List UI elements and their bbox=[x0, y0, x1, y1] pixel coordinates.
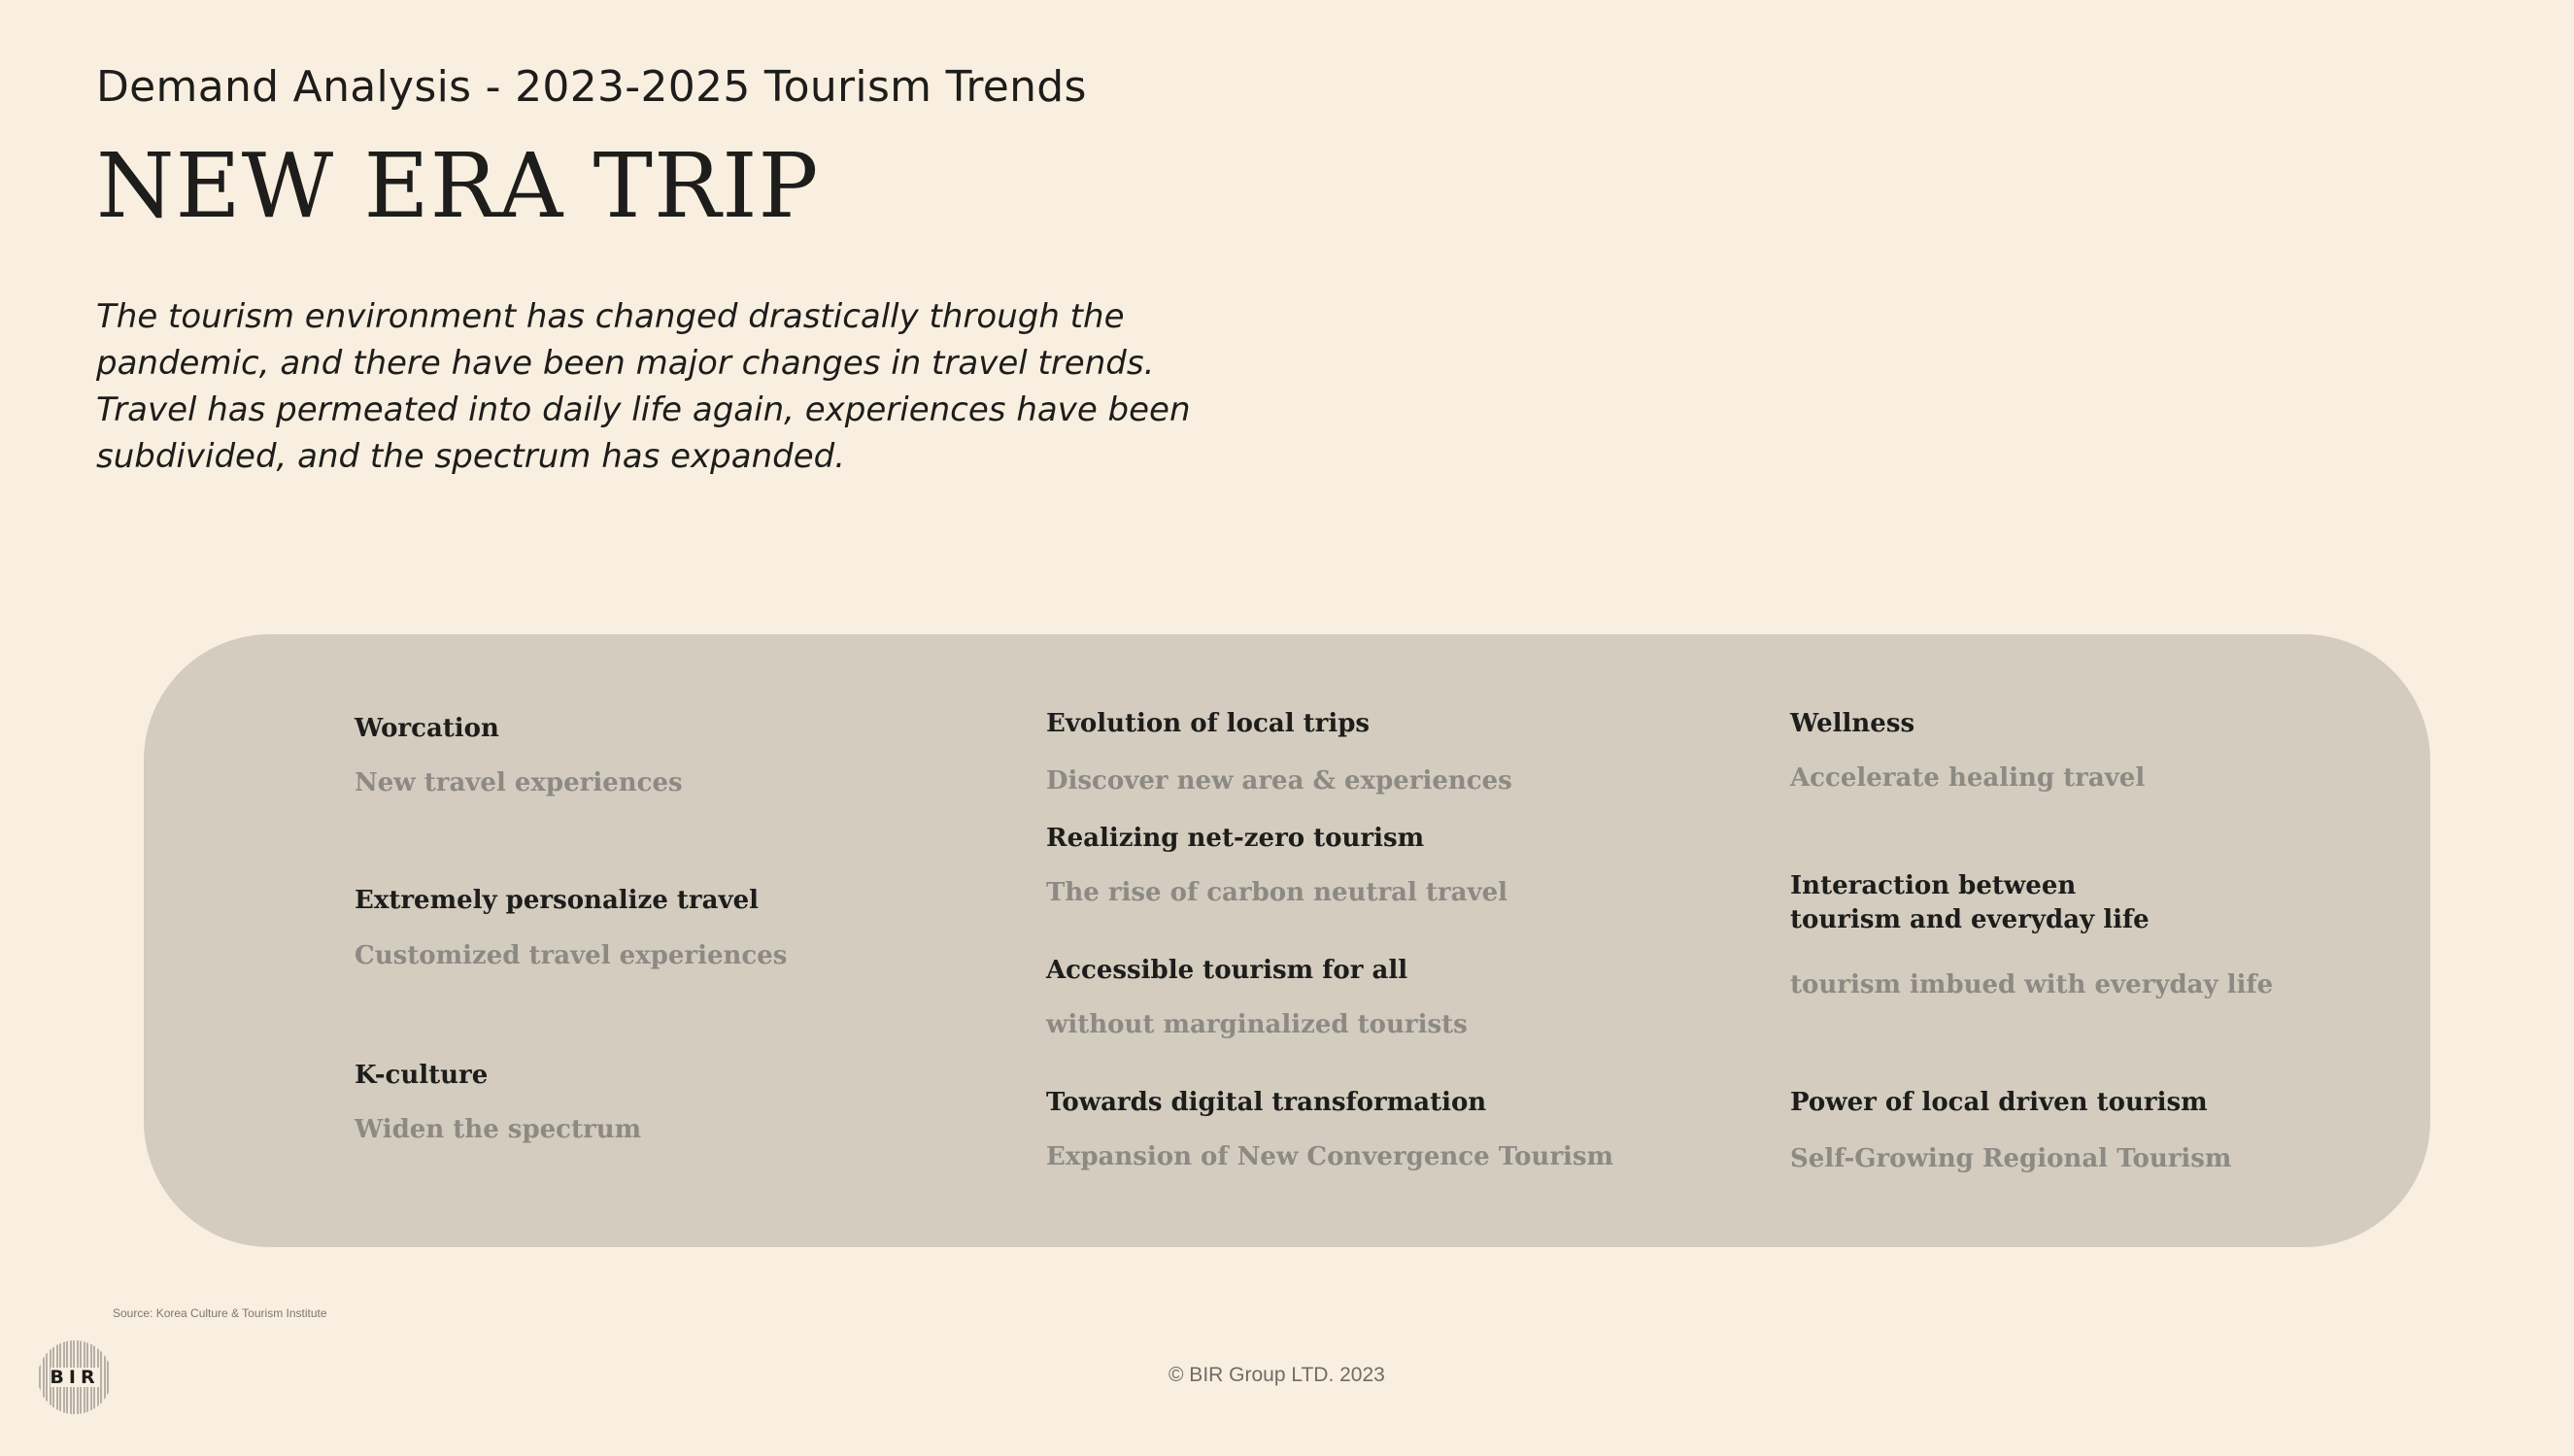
source-note: Source: Korea Culture & Tourism Institut… bbox=[113, 1306, 327, 1320]
trend-title-accessible: Accessible tourism for all bbox=[1046, 956, 1408, 985]
trend-desc-personalize: Customized travel experiences bbox=[355, 941, 788, 970]
trend-desc-net-zero: The rise of carbon neutral travel bbox=[1046, 878, 1507, 907]
logo-text: BIR bbox=[50, 1367, 99, 1388]
trend-desc-accessible: without marginalized tourists bbox=[1046, 1010, 1468, 1039]
trend-title-digital: Towards digital transformation bbox=[1046, 1088, 1487, 1117]
trend-title-line: tourism and everyday life bbox=[1790, 905, 2150, 934]
page-subtitle: Demand Analysis - 2023-2025 Tourism Tren… bbox=[96, 62, 1087, 112]
intro-paragraph: The tourism environment has changed dras… bbox=[96, 293, 1191, 480]
trend-desc-k-culture: Widen the spectrum bbox=[355, 1115, 642, 1144]
copyright-text: © BIR Group LTD. 2023 bbox=[1168, 1364, 1385, 1386]
intro-line: subdivided, and the spectrum has expande… bbox=[96, 437, 846, 476]
trend-desc-wellness: Accelerate healing travel bbox=[1790, 763, 2146, 793]
trend-desc-everyday-life: tourism imbued with everyday life bbox=[1790, 970, 2274, 999]
trend-title-local-driven: Power of local driven tourism bbox=[1790, 1088, 2208, 1117]
trend-title-line: Interaction between bbox=[1790, 871, 2077, 900]
trend-title-local-trips: Evolution of local trips bbox=[1046, 709, 1371, 738]
intro-line: Travel has permeated into daily life aga… bbox=[96, 390, 1191, 429]
trend-desc-local-driven: Self-Growing Regional Tourism bbox=[1790, 1144, 2232, 1173]
trend-title-k-culture: K-culture bbox=[355, 1061, 489, 1090]
trend-title-personalize: Extremely personalize travel bbox=[355, 886, 759, 915]
intro-line: The tourism environment has changed dras… bbox=[96, 297, 1125, 336]
trend-desc-digital: Expansion of New Convergence Tourism bbox=[1046, 1142, 1614, 1171]
trend-title-wellness: Wellness bbox=[1790, 709, 1915, 738]
trend-desc-worcation: New travel experiences bbox=[355, 768, 683, 797]
trend-title-worcation: Worcation bbox=[355, 714, 499, 743]
intro-line: pandemic, and there have been major chan… bbox=[96, 344, 1155, 383]
trend-title-net-zero: Realizing net-zero tourism bbox=[1046, 824, 1425, 853]
trend-title-everyday-life: Interaction between tourism and everyday… bbox=[1790, 869, 2150, 937]
trend-desc-local-trips: Discover new area & experiences bbox=[1046, 766, 1512, 796]
page-title: NEW ERA TRIP bbox=[96, 134, 820, 238]
bir-logo-icon: BIR bbox=[39, 1340, 109, 1414]
